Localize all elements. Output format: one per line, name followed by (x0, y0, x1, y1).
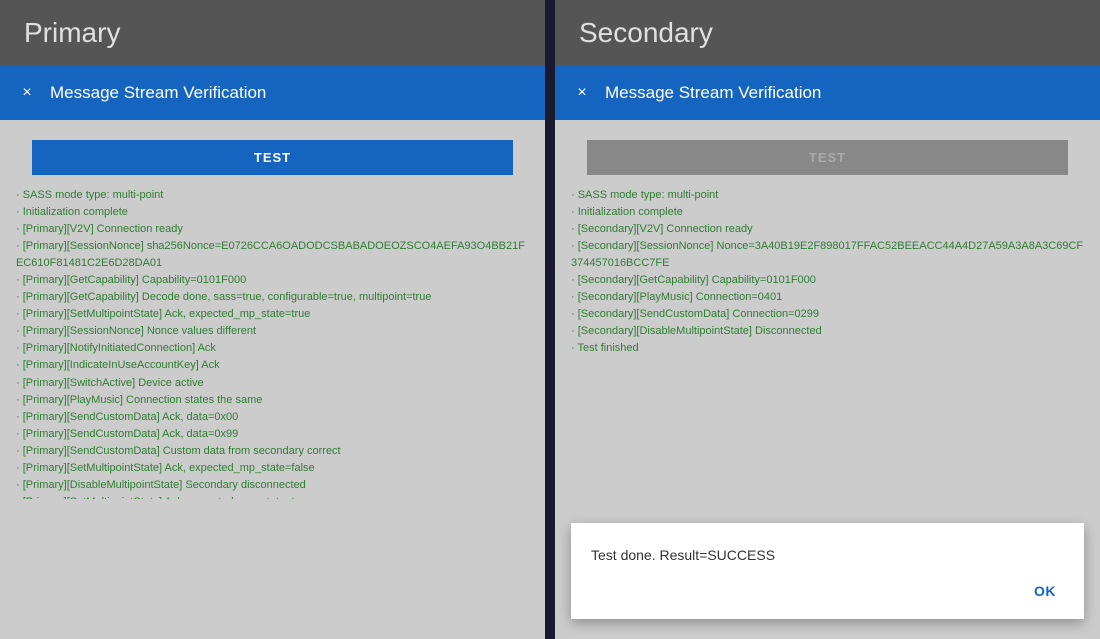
left-log: · SASS mode type: multi-point · Initiali… (16, 187, 529, 499)
success-card: Test done. Result=SUCCESS OK (571, 523, 1084, 619)
right-log: · SASS mode type: multi-point · Initiali… (571, 187, 1084, 357)
right-panel-header: Secondary (555, 0, 1100, 65)
left-dialog: × Message Stream Verification TEST · SAS… (0, 65, 545, 499)
right-panel: Secondary × Message Stream Verification … (555, 0, 1100, 639)
left-dialog-content: TEST · SASS mode type: multi-point · Ini… (0, 120, 545, 499)
left-panel: Primary × Message Stream Verification TE… (0, 0, 545, 639)
right-dialog-content: TEST · SASS mode type: multi-point · Ini… (555, 120, 1100, 639)
success-message: Test done. Result=SUCCESS (591, 547, 1064, 563)
left-panel-title: Primary (24, 17, 120, 49)
right-panel-body: × Message Stream Verification TEST · SAS… (555, 65, 1100, 639)
right-panel-title: Secondary (579, 17, 713, 49)
right-dialog-titlebar: × Message Stream Verification (555, 65, 1100, 120)
right-dialog-close-icon[interactable]: × (571, 82, 593, 104)
ok-button[interactable]: OK (1026, 579, 1064, 603)
left-panel-body: × Message Stream Verification TEST · SAS… (0, 65, 545, 639)
right-dialog: × Message Stream Verification TEST · SAS… (555, 65, 1100, 639)
left-dialog-title: Message Stream Verification (50, 83, 266, 103)
left-test-button[interactable]: TEST (32, 140, 513, 175)
right-dialog-title: Message Stream Verification (605, 83, 821, 103)
right-test-button: TEST (587, 140, 1068, 175)
left-panel-header: Primary (0, 0, 545, 65)
left-dialog-titlebar: × Message Stream Verification (0, 65, 545, 120)
left-dialog-close-icon[interactable]: × (16, 82, 38, 104)
panel-divider (545, 0, 555, 639)
